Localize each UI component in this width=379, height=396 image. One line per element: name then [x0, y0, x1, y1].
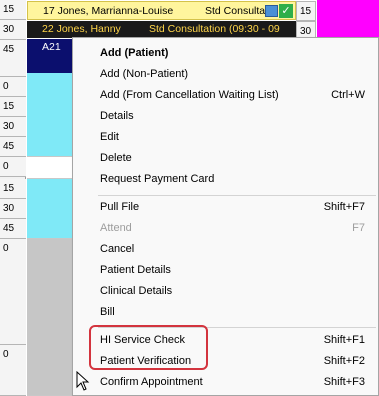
time-label: 0: [0, 77, 26, 97]
menu-item-delete[interactable]: Delete: [73, 148, 378, 169]
time-label: 15: [0, 179, 26, 199]
menu-item-attend: Attend F7: [73, 218, 378, 239]
check-icon: ✓: [279, 4, 293, 18]
appointment-type: Std Consultation (09:30 - 09: [149, 23, 280, 35]
menu-item-label: Delete: [100, 152, 132, 164]
time-label: 0: [0, 157, 26, 177]
menu-item-add-patient[interactable]: Add (Patient): [73, 43, 378, 64]
time-label: 0: [0, 345, 26, 396]
appointment-row[interactable]: 17 Jones, Marrianna-Louise Std Consulta …: [27, 1, 296, 20]
menu-item-shortcut: Shift+F1: [323, 334, 365, 346]
card-icon: [265, 5, 278, 17]
menu-item-label: HI Service Check: [100, 334, 185, 346]
time-column: 15 30 45 0 15 30 45 0 15 30 45 0 0: [0, 0, 26, 396]
menu-item-label: Add (From Cancellation Waiting List): [100, 89, 279, 101]
menu-item-shortcut: Ctrl+W: [331, 89, 365, 101]
menu-item-label: Confirm Appointment: [100, 376, 203, 388]
menu-item-label: Add (Non-Patient): [100, 68, 189, 80]
menu-item-label: Request Payment Card: [100, 173, 215, 185]
menu-item-confirm-appointment[interactable]: Confirm Appointment Shift+F3: [73, 372, 378, 393]
time-label: 45: [0, 40, 26, 77]
blocked-slot[interactable]: [27, 239, 72, 396]
available-slot[interactable]: [27, 179, 72, 239]
menu-item-details[interactable]: Details: [73, 106, 378, 127]
time-label: 15: [296, 1, 316, 21]
menu-item-shortcut: Shift+F2: [323, 355, 365, 367]
appointment-patient: 22 Jones, Hanny: [42, 23, 121, 35]
menu-item-bill[interactable]: Bill: [73, 302, 378, 323]
menu-item-label: Clinical Details: [100, 285, 173, 297]
menu-item-label: Cancel: [100, 243, 135, 255]
menu-item-label: Patient Verification: [100, 355, 192, 367]
menu-item-label: Edit: [100, 131, 119, 143]
menu-item-hi-service-check[interactable]: HI Service Check Shift+F1: [73, 330, 378, 351]
menu-item-shortcut: F7: [352, 222, 365, 234]
booked-slot[interactable]: [317, 0, 379, 38]
time-label: 45: [0, 219, 26, 239]
available-slot[interactable]: [27, 73, 72, 157]
context-menu: Add (Patient) Add (Non-Patient) Add (Fro…: [72, 37, 379, 396]
menu-item-add-non-patient[interactable]: Add (Non-Patient): [73, 64, 378, 85]
appointment-patient: 17 Jones, Marrianna-Louise: [43, 5, 174, 17]
menu-item-add-from-waiting-list[interactable]: Add (From Cancellation Waiting List) Ctr…: [73, 85, 378, 106]
menu-item-clinical-details[interactable]: Clinical Details: [73, 281, 378, 302]
appointment-type: Std Consulta: [205, 5, 266, 17]
time-label: 15: [0, 97, 26, 117]
menu-item-label: Add (Patient): [100, 47, 169, 59]
menu-item-patient-details[interactable]: Patient Details: [73, 260, 378, 281]
menu-item-pull-file[interactable]: Pull File Shift+F7: [73, 197, 378, 218]
menu-separator: [98, 195, 376, 196]
menu-item-label: Attend: [100, 222, 132, 234]
menu-item-patient-verification[interactable]: Patient Verification Shift+F2: [73, 351, 378, 372]
menu-item-label: Bill: [100, 306, 115, 318]
menu-item-label: Patient Details: [100, 264, 171, 276]
time-label: 30: [0, 199, 26, 219]
time-label: 0: [0, 239, 26, 345]
menu-item-label: Details: [100, 110, 134, 122]
time-label: 15: [0, 0, 26, 20]
appointment-code: A21: [42, 41, 61, 53]
menu-item-shortcut: Shift+F7: [323, 201, 365, 213]
menu-item-cancel[interactable]: Cancel: [73, 239, 378, 260]
menu-item-shortcut: Shift+F3: [323, 376, 365, 388]
time-label: 30: [0, 20, 26, 40]
menu-item-request-payment-card[interactable]: Request Payment Card: [73, 169, 378, 190]
menu-item-edit[interactable]: Edit: [73, 127, 378, 148]
appointment-row[interactable]: 22 Jones, Hanny Std Consultation (09:30 …: [27, 21, 296, 38]
menu-item-label: Pull File: [100, 201, 140, 213]
appointment-block[interactable]: A21: [27, 39, 72, 73]
time-label: 45: [0, 137, 26, 157]
time-label: 30: [0, 117, 26, 137]
mouse-cursor-icon: [76, 371, 90, 391]
empty-slot[interactable]: [27, 157, 72, 179]
